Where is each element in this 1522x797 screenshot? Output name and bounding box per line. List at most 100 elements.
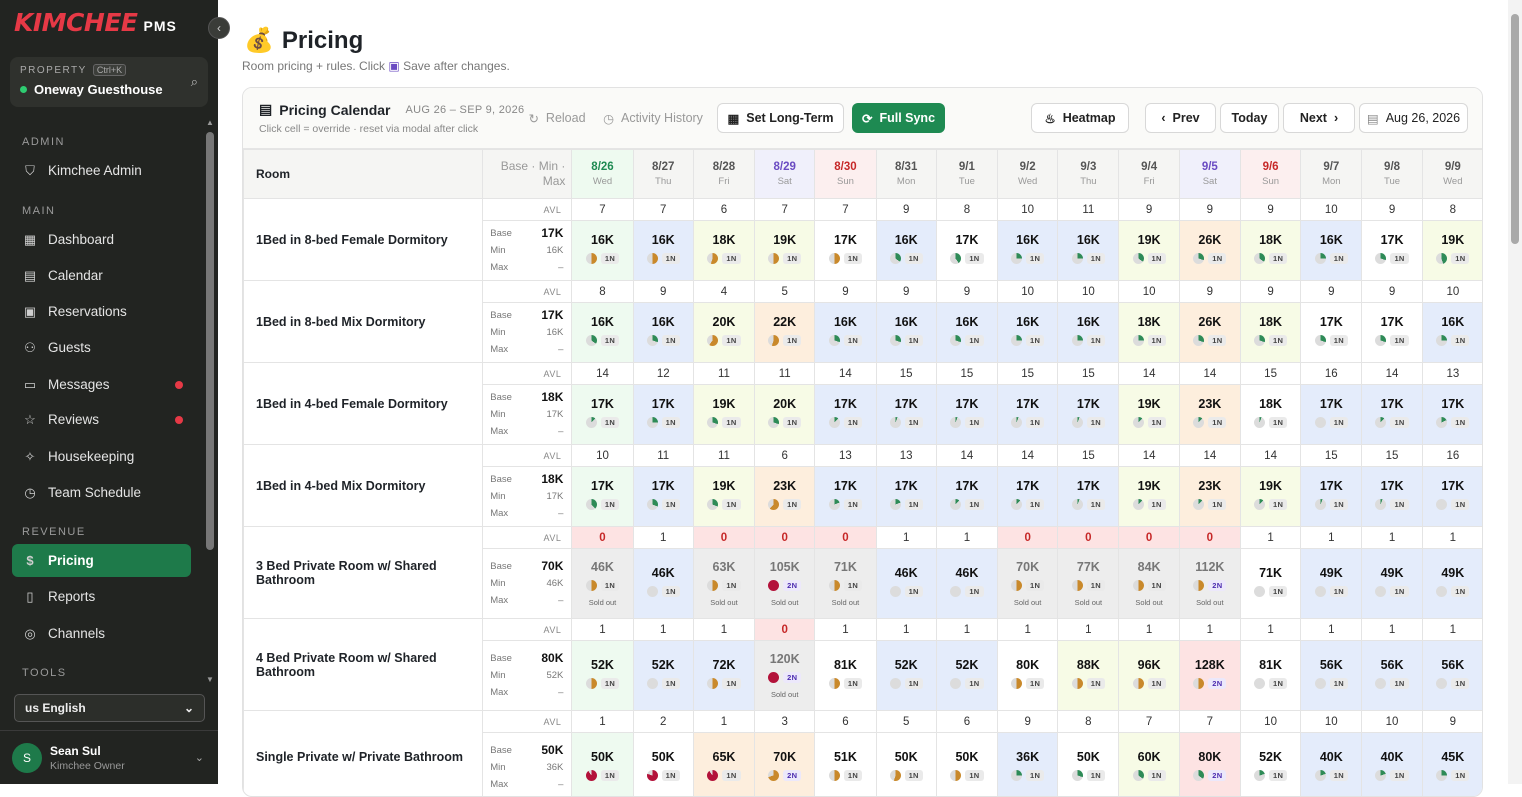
page-scrollbar[interactable] bbox=[1508, 0, 1522, 784]
language-select[interactable]: us English⌄ bbox=[14, 694, 205, 722]
search-icon[interactable]: ⌕ bbox=[191, 74, 198, 90]
price-cell[interactable]: 88K1N bbox=[1058, 641, 1119, 711]
price-cell[interactable]: 17K1N bbox=[1422, 385, 1483, 445]
price-cell[interactable]: 52K1N bbox=[876, 641, 936, 711]
price-cell[interactable]: 80K2N bbox=[1179, 733, 1240, 797]
price-cell[interactable]: 50K1N bbox=[633, 733, 693, 797]
price-cell[interactable]: 17K1N bbox=[1301, 467, 1362, 527]
price-cell[interactable]: 71K1N bbox=[1240, 549, 1300, 619]
price-cell[interactable]: 52K1N bbox=[1240, 733, 1300, 797]
price-cell[interactable]: 18K1N bbox=[1240, 303, 1300, 363]
sidebar-scroll-thumb[interactable] bbox=[206, 132, 214, 550]
price-cell[interactable]: 17K1N bbox=[815, 385, 876, 445]
price-cell[interactable]: 17K1N bbox=[1301, 385, 1362, 445]
date-picker[interactable]: ▤Aug 26, 2026 bbox=[1359, 103, 1468, 133]
price-cell[interactable]: 26K1N bbox=[1179, 221, 1240, 281]
price-cell[interactable]: 16K1N bbox=[876, 221, 936, 281]
price-cell[interactable]: 40K1N bbox=[1362, 733, 1422, 797]
full-sync-button[interactable]: ⟳Full Sync bbox=[852, 103, 945, 133]
price-cell[interactable]: 16K1N bbox=[633, 221, 693, 281]
price-cell[interactable]: 56K1N bbox=[1362, 641, 1422, 711]
set-long-term-button[interactable]: ▦Set Long-Term bbox=[717, 103, 844, 133]
price-cell[interactable]: 81K1N bbox=[1240, 641, 1300, 711]
price-cell[interactable]: 18K1N bbox=[1119, 303, 1179, 363]
today-button[interactable]: Today bbox=[1220, 103, 1279, 133]
sidebar-item-team-schedule[interactable]: ◷Team Schedule bbox=[12, 476, 191, 509]
price-cell[interactable]: 16K1N bbox=[1301, 221, 1362, 281]
prev-button[interactable]: ‹Prev bbox=[1145, 103, 1216, 133]
price-cell[interactable]: 71K1NSold out bbox=[815, 549, 876, 619]
sidebar-item-kimchee-admin[interactable]: ⛉Kimchee Admin bbox=[12, 154, 191, 187]
price-cell[interactable]: 49K1N bbox=[1422, 549, 1483, 619]
page-scroll-thumb[interactable] bbox=[1511, 14, 1519, 244]
price-cell[interactable]: 17K1N bbox=[936, 221, 997, 281]
price-cell[interactable]: 65K1N bbox=[693, 733, 754, 797]
price-cell[interactable]: 23K1N bbox=[1179, 467, 1240, 527]
price-cell[interactable]: 52K1N bbox=[936, 641, 997, 711]
price-cell[interactable]: 16K1N bbox=[998, 303, 1058, 363]
price-cell[interactable]: 16K1N bbox=[633, 303, 693, 363]
price-cell[interactable]: 17K1N bbox=[1301, 303, 1362, 363]
price-cell[interactable]: 84K1NSold out bbox=[1119, 549, 1179, 619]
price-cell[interactable]: 26K1N bbox=[1179, 303, 1240, 363]
sidebar-item-calendar[interactable]: ▤Calendar bbox=[12, 259, 191, 292]
price-cell[interactable]: 17K1N bbox=[936, 385, 997, 445]
room-name[interactable]: 1Bed in 8-bed Mix Dormitory bbox=[244, 281, 483, 363]
price-cell[interactable]: 19K1N bbox=[693, 385, 754, 445]
room-name[interactable]: Single Private w/ Private Bathroom bbox=[244, 711, 483, 797]
price-cell[interactable]: 50K1N bbox=[1058, 733, 1119, 797]
price-cell[interactable]: 19K1N bbox=[1240, 467, 1300, 527]
price-cell[interactable]: 77K1NSold out bbox=[1058, 549, 1119, 619]
price-cell[interactable]: 19K1N bbox=[1422, 221, 1483, 281]
price-cell[interactable]: 17K1N bbox=[633, 385, 693, 445]
price-cell[interactable]: 17K1N bbox=[998, 385, 1058, 445]
sidebar-item-reports[interactable]: ▯Reports bbox=[12, 580, 191, 613]
room-name[interactable]: 1Bed in 4-bed Mix Dormitory bbox=[244, 445, 483, 527]
price-cell[interactable]: 60K1N bbox=[1119, 733, 1179, 797]
price-cell[interactable]: 17K1N bbox=[815, 221, 876, 281]
sidebar-scrollbar[interactable]: ▲ ▼ bbox=[203, 118, 217, 684]
price-cell[interactable]: 20K1N bbox=[693, 303, 754, 363]
price-cell[interactable]: 19K1N bbox=[693, 467, 754, 527]
price-cell[interactable]: 49K1N bbox=[1362, 549, 1422, 619]
brand-logo[interactable]: KIMCHEE PMS bbox=[14, 8, 177, 37]
reload-button[interactable]: ↻Reload bbox=[527, 103, 587, 133]
sidebar-item-housekeeping[interactable]: ✧Housekeeping bbox=[12, 440, 191, 473]
price-cell[interactable]: 17K1N bbox=[936, 467, 997, 527]
price-cell[interactable]: 70K2N bbox=[755, 733, 815, 797]
room-name[interactable]: 3 Bed Private Room w/ Shared Bathroom bbox=[244, 527, 483, 619]
price-cell[interactable]: 49K1N bbox=[1301, 549, 1362, 619]
price-cell[interactable]: 18K1N bbox=[1240, 221, 1300, 281]
price-cell[interactable]: 52K1N bbox=[633, 641, 693, 711]
price-cell[interactable]: 120K2NSold out bbox=[755, 641, 815, 711]
price-cell[interactable]: 17K1N bbox=[1362, 303, 1422, 363]
price-cell[interactable]: 19K1N bbox=[1119, 385, 1179, 445]
sidebar-item-guests[interactable]: ⚇Guests bbox=[12, 331, 191, 364]
price-cell[interactable]: 17K1N bbox=[998, 467, 1058, 527]
price-cell[interactable]: 16K1N bbox=[572, 303, 633, 363]
price-cell[interactable]: 18K1N bbox=[693, 221, 754, 281]
room-name[interactable]: 1Bed in 4-bed Female Dormitory bbox=[244, 363, 483, 445]
property-switcher[interactable]: PROPERTYCtrl+K Oneway Guesthouse ⌕ bbox=[10, 57, 208, 107]
price-cell[interactable]: 46K1NSold out bbox=[572, 549, 633, 619]
price-cell[interactable]: 72K1N bbox=[693, 641, 754, 711]
price-cell[interactable]: 20K1N bbox=[755, 385, 815, 445]
price-cell[interactable]: 51K1N bbox=[815, 733, 876, 797]
price-cell[interactable]: 18K1N bbox=[1240, 385, 1300, 445]
price-cell[interactable]: 70K1NSold out bbox=[998, 549, 1058, 619]
price-cell[interactable]: 17K1N bbox=[876, 385, 936, 445]
price-cell[interactable]: 112K2NSold out bbox=[1179, 549, 1240, 619]
price-cell[interactable]: 36K1N bbox=[998, 733, 1058, 797]
price-cell[interactable]: 50K1N bbox=[572, 733, 633, 797]
price-cell[interactable]: 128K2N bbox=[1179, 641, 1240, 711]
price-cell[interactable]: 23K1N bbox=[1179, 385, 1240, 445]
sidebar-item-dashboard[interactable]: ▦Dashboard bbox=[12, 223, 191, 256]
price-cell[interactable]: 17K1N bbox=[633, 467, 693, 527]
price-cell[interactable]: 17K1N bbox=[1058, 385, 1119, 445]
price-cell[interactable]: 16K1N bbox=[572, 221, 633, 281]
price-cell[interactable]: 22K1N bbox=[755, 303, 815, 363]
price-cell[interactable]: 16K1N bbox=[1058, 303, 1119, 363]
price-cell[interactable]: 16K1N bbox=[1058, 221, 1119, 281]
price-cell[interactable]: 80K1N bbox=[998, 641, 1058, 711]
price-cell[interactable]: 46K1N bbox=[936, 549, 997, 619]
